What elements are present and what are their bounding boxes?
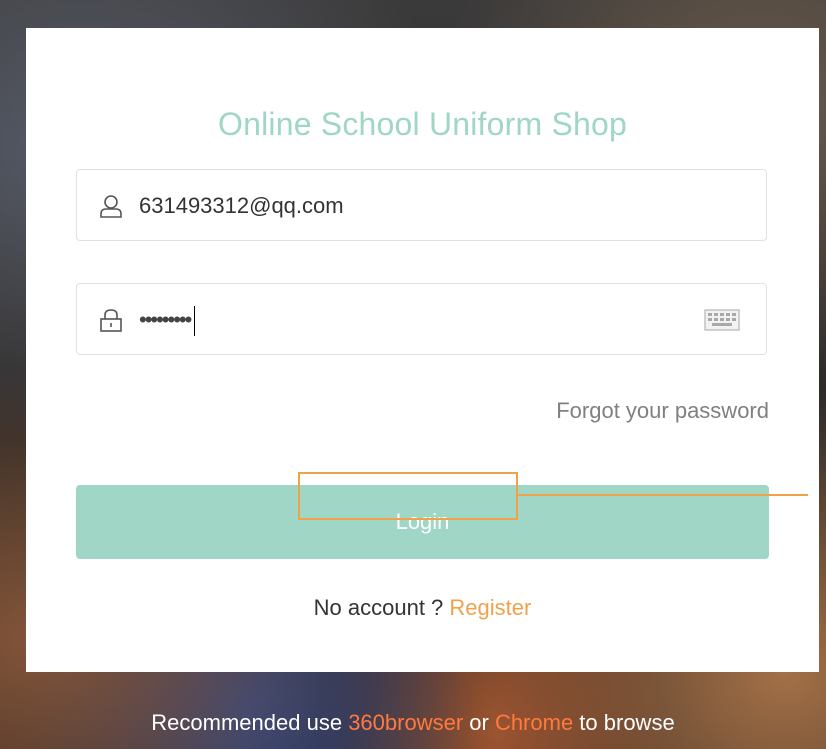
footer-suffix: to browse xyxy=(573,710,675,735)
register-prompt: No account ? xyxy=(313,595,450,620)
footer-middle: or xyxy=(463,710,495,735)
password-value: ••••••••• xyxy=(139,284,196,356)
text-caret xyxy=(194,306,196,337)
footer-prefix: Recommended use xyxy=(151,710,349,735)
forgot-password-link[interactable]: Forgot your password xyxy=(556,398,769,424)
register-row: No account ? Register xyxy=(26,595,819,621)
register-link[interactable]: Register xyxy=(449,595,531,620)
lock-icon xyxy=(99,308,123,332)
browser-name-360: 360browser xyxy=(348,710,464,735)
browser-name-chrome: Chrome xyxy=(494,710,574,735)
password-dots: ••••••••• xyxy=(139,307,192,332)
username-value: 631493312@qq.com xyxy=(139,193,344,218)
username-field[interactable]: 631493312@qq.com xyxy=(76,169,767,241)
login-card: Online School Uniform Shop 631493312@qq.… xyxy=(26,28,819,672)
user-icon xyxy=(99,194,123,218)
password-field[interactable]: ••••••••• xyxy=(76,283,767,355)
keyboard-icon[interactable] xyxy=(704,308,740,332)
page-title: Online School Uniform Shop xyxy=(218,106,627,142)
browser-recommendation: Recommended use 360browser or Chrome to … xyxy=(0,710,826,736)
login-button[interactable]: Login xyxy=(76,485,769,559)
